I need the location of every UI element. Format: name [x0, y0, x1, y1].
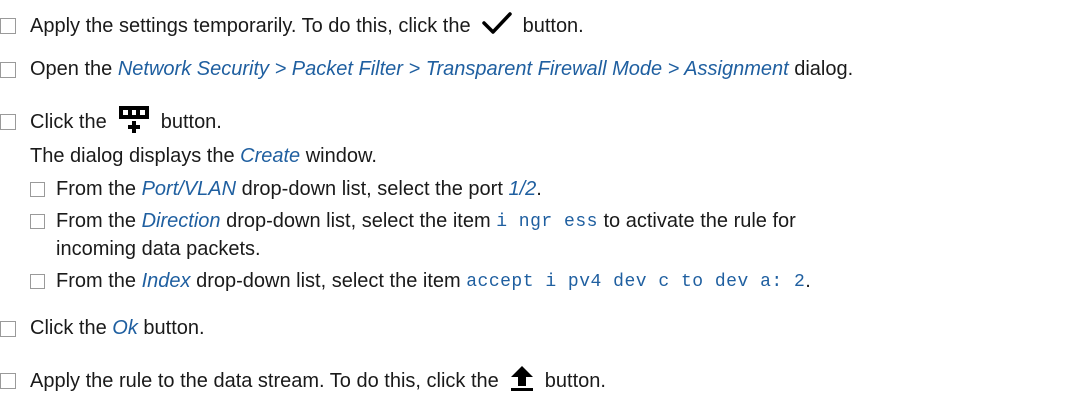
step-checkbox[interactable]	[0, 320, 16, 337]
ok-button-label: Ok	[112, 317, 138, 339]
substep-text: .	[536, 178, 542, 200]
substep-direction-continued: incoming data packets.	[0, 238, 1065, 261]
step-apply-rule: Apply the rule to the data stream. To do…	[0, 364, 1065, 398]
step-click-ok: Click the Ok button.	[0, 317, 1065, 340]
substep-text: From the	[56, 270, 137, 292]
step-text: button.	[544, 369, 606, 392]
step-text: Click the	[30, 317, 107, 339]
step-result: The dialog displays the Create window.	[0, 145, 1065, 168]
substep-index: From the Index drop-down list, select th…	[0, 270, 1065, 293]
substep-text: to activate the rule for	[603, 210, 796, 232]
substep-port-vlan: From the Port/VLAN drop-down list, selec…	[0, 178, 1065, 201]
step-text: button.	[160, 110, 222, 133]
step-text: Apply the rule to the data stream. To do…	[30, 369, 499, 392]
step-click-add: Click the button.	[0, 104, 1065, 140]
checkmark-icon	[481, 10, 513, 42]
field-port-vlan: Port/VLAN	[141, 178, 237, 200]
field-direction: Direction	[141, 210, 221, 232]
substep-text: From the	[56, 210, 137, 232]
add-table-row-icon	[117, 104, 151, 140]
substep-text: From the	[56, 178, 137, 200]
instruction-steps: Apply the settings temporarily. To do th…	[0, 0, 1065, 410]
window-name: Create	[240, 145, 301, 167]
step-checkbox[interactable]	[0, 61, 16, 78]
substep-checkbox[interactable]	[30, 214, 45, 229]
result-text: window.	[305, 145, 377, 167]
index-value: accept i pv4 dev c to dev a: 2	[466, 271, 806, 292]
field-index: Index	[141, 270, 191, 292]
port-value: 1/2	[508, 178, 537, 200]
step-checkbox[interactable]	[0, 18, 16, 34]
step-text: Open the	[30, 58, 113, 80]
substep-text: drop-down list, select the port	[241, 178, 503, 200]
step-checkbox[interactable]	[0, 114, 16, 130]
substep-checkbox[interactable]	[30, 274, 45, 289]
substep-direction: From the Direction drop-down list, selec…	[0, 210, 1065, 233]
substep-text: .	[805, 270, 811, 292]
dialog-path: Network Security > Packet Filter > Trans…	[117, 58, 789, 80]
step-text: dialog.	[794, 58, 854, 80]
substep-text: drop-down list, select the item	[196, 270, 461, 292]
step-text: button.	[143, 317, 205, 339]
result-text: The dialog displays the	[30, 145, 235, 167]
substep-text: incoming data packets.	[56, 238, 261, 260]
substep-text: drop-down list, select the item	[226, 210, 491, 232]
step-checkbox[interactable]	[0, 373, 16, 389]
upload-arrow-icon	[509, 364, 535, 398]
step-text: button.	[522, 14, 584, 37]
direction-value: i ngr ess	[496, 211, 598, 232]
step-apply-settings: Apply the settings temporarily. To do th…	[0, 10, 1065, 42]
step-text: Click the	[30, 110, 107, 133]
step-open-dialog: Open the Network Security > Packet Filte…	[0, 58, 1065, 81]
substep-checkbox[interactable]	[30, 182, 45, 197]
step-text: Apply the settings temporarily. To do th…	[30, 14, 471, 37]
